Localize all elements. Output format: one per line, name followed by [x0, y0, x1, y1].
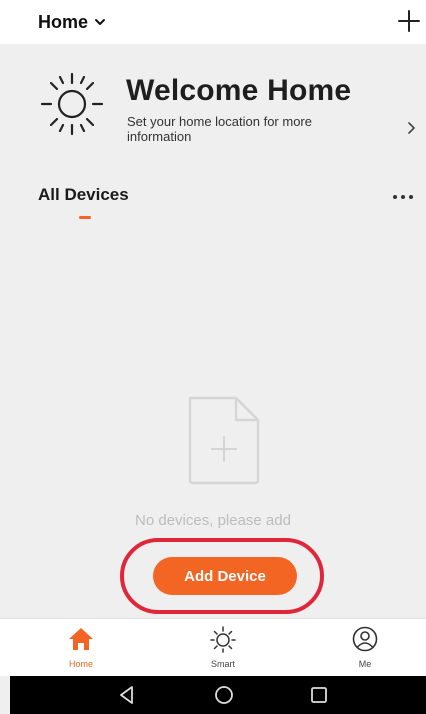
tab-home[interactable]: Home — [10, 619, 152, 677]
top-bar: Home — [0, 0, 426, 44]
smart-sun-icon — [210, 626, 236, 653]
empty-state-text: No devices, please add — [135, 512, 291, 529]
back-icon[interactable] — [116, 684, 138, 706]
home-title: Home — [38, 11, 89, 32]
tab-all-devices[interactable]: All Devices — [38, 185, 129, 205]
tab-smart-label: Smart — [210, 659, 235, 669]
tab-smart[interactable]: Smart — [152, 619, 294, 677]
chevron-right-icon — [408, 122, 415, 134]
welcome-subtitle: Set your home location for more informat… — [127, 114, 312, 144]
plus-icon[interactable] — [396, 8, 422, 34]
tab-home-label: Home — [68, 659, 93, 669]
tab-me-label: Me — [358, 659, 372, 669]
welcome-card[interactable]: Welcome Home Set your home location for … — [0, 56, 426, 160]
user-icon — [352, 626, 378, 652]
system-nav-bar — [10, 676, 426, 714]
welcome-title: Welcome Home — [126, 74, 352, 107]
home-icon — [69, 628, 93, 650]
home-selector[interactable]: Home — [38, 10, 106, 34]
sun-icon — [40, 72, 104, 136]
active-tab-indicator — [79, 216, 91, 219]
home-circle-icon[interactable] — [213, 684, 235, 706]
recents-icon[interactable] — [308, 684, 330, 706]
add-file-icon — [188, 396, 260, 485]
chevron-down-icon — [95, 19, 106, 25]
bottom-tab-bar: Home Smart Me — [0, 618, 426, 676]
highlight-annotation — [120, 538, 324, 614]
more-dots-icon[interactable] — [390, 188, 416, 206]
home-screen: Home Welcome Home Set your home location… — [0, 0, 426, 714]
tab-me[interactable]: Me — [294, 619, 426, 677]
